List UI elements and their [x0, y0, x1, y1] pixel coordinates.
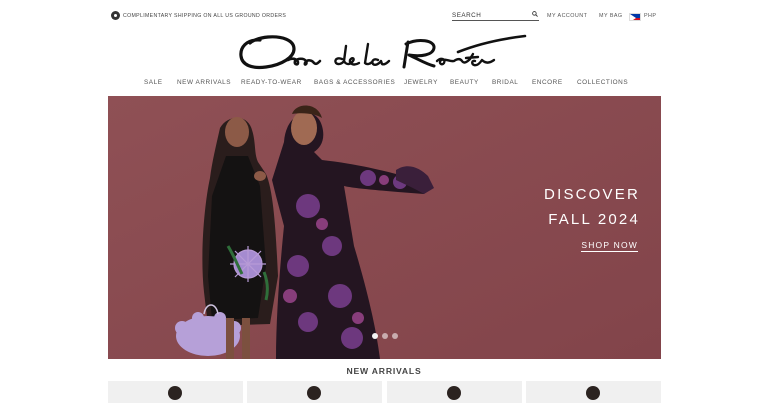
nav-bridal[interactable]: BRIDAL	[492, 79, 518, 86]
product-image	[447, 386, 461, 400]
product-card[interactable]	[387, 381, 522, 403]
hero-banner[interactable]: DISCOVER FALL 2024 SHOP NOW	[108, 96, 661, 359]
nav-bags-accessories[interactable]: BAGS & ACCESSORIES	[314, 79, 395, 86]
new-arrivals-heading: NEW ARRIVALS	[346, 366, 422, 376]
hero-title-line2: FALL 2024	[548, 211, 640, 228]
shop-now-link[interactable]: SHOP NOW	[581, 240, 638, 252]
search-input[interactable]	[452, 10, 530, 20]
carousel-dot[interactable]	[382, 333, 388, 339]
my-bag-link[interactable]: MY BAG	[599, 13, 623, 19]
nav-collections[interactable]: COLLECTIONS	[577, 79, 628, 86]
hero-title-line1: DISCOVER	[544, 186, 640, 203]
product-card[interactable]	[247, 381, 382, 403]
nav-beauty[interactable]: BEAUTY	[450, 79, 479, 86]
main-navigation: SALE NEW ARRIVALS READY-TO-WEAR BAGS & A…	[0, 79, 768, 91]
product-image	[168, 386, 182, 400]
product-card[interactable]	[526, 381, 661, 403]
search-icon[interactable]	[532, 11, 538, 17]
nav-encore[interactable]: ENCORE	[532, 79, 563, 86]
search-box	[452, 10, 539, 21]
currency-selector[interactable]: PHP	[644, 13, 656, 19]
philippines-flag-icon[interactable]	[629, 13, 641, 21]
nav-jewelry[interactable]: JEWELRY	[404, 79, 438, 86]
nav-new-arrivals[interactable]: NEW ARRIVALS	[177, 79, 231, 86]
carousel-dot[interactable]	[392, 333, 398, 339]
my-account-link[interactable]: MY ACCOUNT	[547, 13, 587, 19]
carousel-dot[interactable]	[372, 333, 378, 339]
shipping-promo[interactable]: Complimentary shipping on all US ground …	[111, 11, 286, 20]
brand-logo[interactable]	[238, 30, 530, 74]
product-image	[307, 386, 321, 400]
nav-ready-to-wear[interactable]: READY-TO-WEAR	[241, 79, 302, 86]
product-image	[586, 386, 600, 400]
product-card[interactable]	[108, 381, 243, 403]
utility-bar: Complimentary shipping on all US ground …	[0, 0, 768, 30]
shipping-promo-text: Complimentary shipping on all US ground …	[123, 12, 287, 19]
shipping-icon	[111, 11, 120, 20]
nav-sale[interactable]: SALE	[144, 79, 163, 86]
